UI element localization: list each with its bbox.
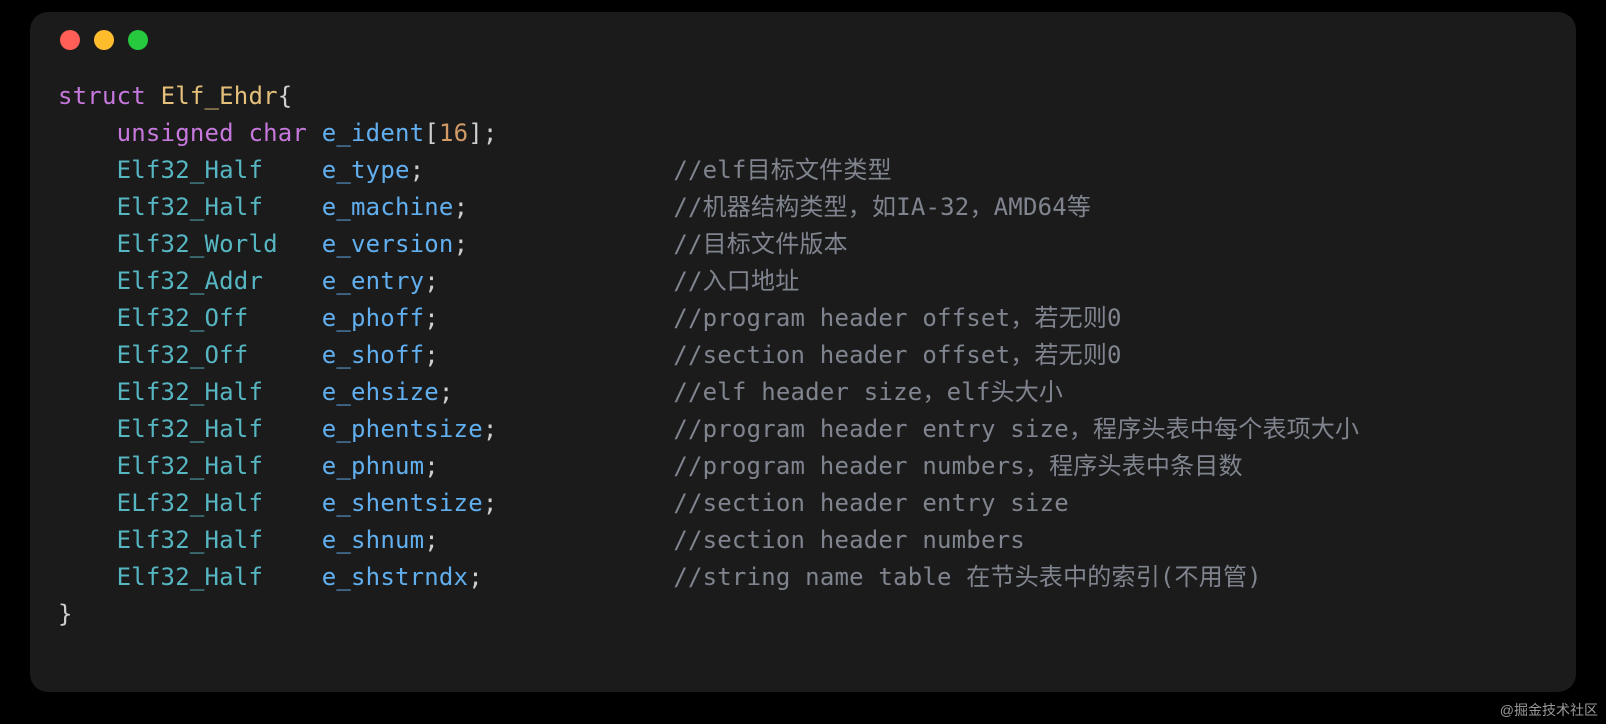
window-traffic-lights (30, 30, 1576, 78)
minimize-icon (94, 30, 114, 50)
code-card: struct Elf_Ehdr{ unsigned char e_ident[1… (30, 12, 1576, 692)
watermark: @掘金技术社区 (1500, 700, 1598, 720)
zoom-icon (128, 30, 148, 50)
code-block: struct Elf_Ehdr{ unsigned char e_ident[1… (30, 78, 1576, 633)
close-icon (60, 30, 80, 50)
